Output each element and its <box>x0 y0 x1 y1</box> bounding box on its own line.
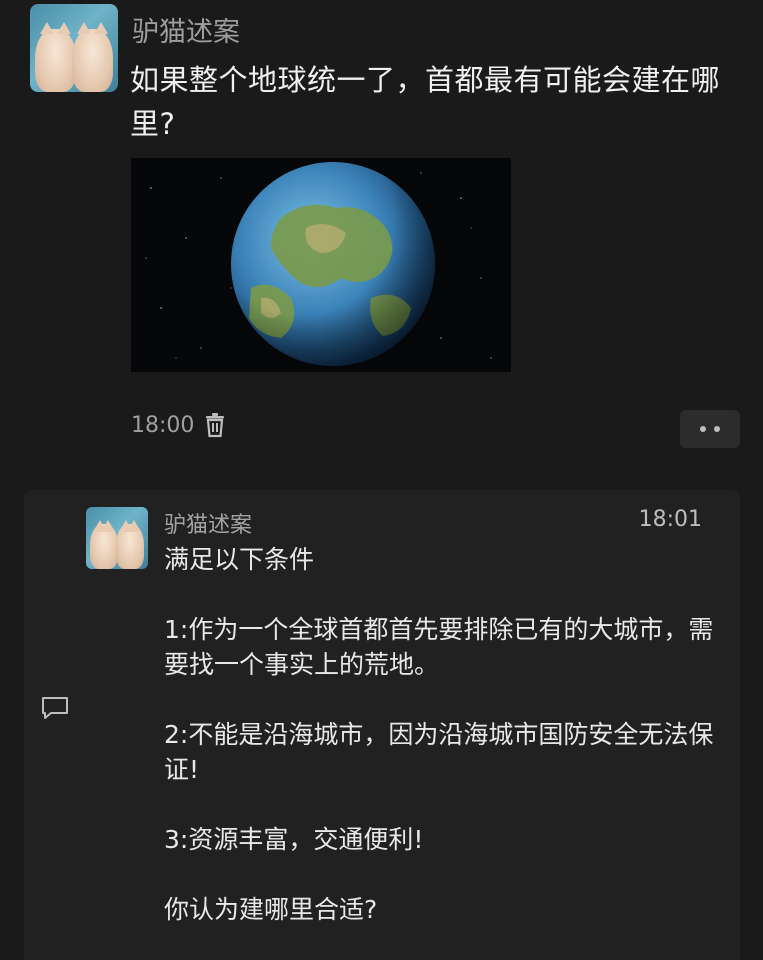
post-question: 如果整个地球统一了，首都最有可能会建在哪里? <box>130 63 721 141</box>
reply-paragraph: 1:作为一个全球首都首先要排除已有的大城市，需要找一个事实上的荒地。 <box>164 615 714 679</box>
cat-figure <box>115 519 145 569</box>
globe-image[interactable] <box>131 158 511 372</box>
reply-author-name[interactable]: 驴猫述案 <box>164 507 252 539</box>
cat-figure <box>35 22 76 92</box>
post: 驴猫述案 如果整个地球统一了，首都最有可能会建在哪里? 18:00 <box>0 0 763 470</box>
more-dots-icon <box>700 426 706 432</box>
reply-paragraph: 3:资源丰富，交通便利! <box>164 825 424 854</box>
reply-body: 满足以下条件 1:作为一个全球首都首先要排除已有的大城市，需要找一个事实上的荒地… <box>164 542 734 960</box>
reply-paragraph: 2:不能是沿海城市，因为沿海城市国防安全无法保证! <box>164 720 714 784</box>
comment-icon[interactable] <box>40 695 70 721</box>
reply-timestamp: 18:01 <box>638 507 702 532</box>
reply-card: 驴猫述案 18:01 满足以下条件 1:作为一个全球首都首先要排除已有的大城市，… <box>24 490 740 960</box>
cat-figure <box>72 22 113 92</box>
reply-paragraph: 你认为建哪里合适? <box>164 895 378 924</box>
reply-author-avatar[interactable] <box>86 507 148 569</box>
cat-figure <box>89 519 119 569</box>
trash-icon[interactable] <box>204 412 226 438</box>
more-dots-icon <box>714 426 720 432</box>
reply-paragraph: 满足以下条件 <box>164 545 315 574</box>
author-avatar[interactable] <box>30 4 118 92</box>
post-author-name[interactable]: 驴猫述案 <box>132 10 240 49</box>
more-options-button[interactable] <box>680 410 740 448</box>
post-timestamp: 18:00 <box>131 413 195 438</box>
